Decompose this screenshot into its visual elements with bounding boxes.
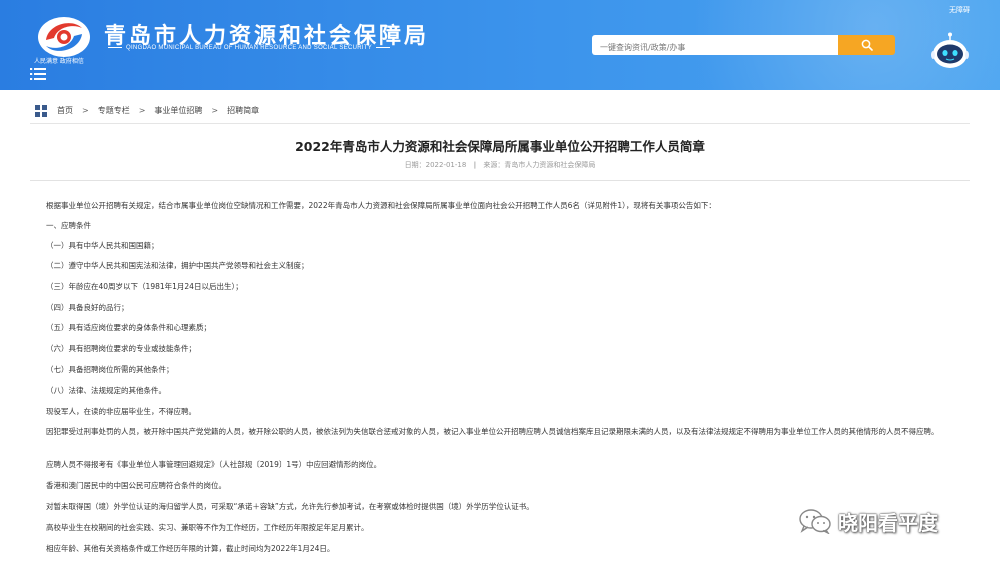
paragraph-condition: （七）具备招聘岗位所需的其他条件； — [46, 365, 174, 374]
article-source: 来源：青岛市人力资源和社会保障局 — [483, 161, 596, 169]
watermark: 晓阳看平度 — [798, 506, 938, 536]
paragraph-note: 香港和澳门居民中的中国公民可应聘符合条件的岗位。 — [46, 481, 226, 490]
breadcrumb-separator: > — [82, 106, 89, 115]
paragraph-condition: （一）具有中华人民共和国国籍； — [46, 241, 159, 250]
paragraph-condition: （四）具备良好的品行； — [46, 303, 129, 312]
grid-home-icon — [35, 104, 47, 117]
article-title: 2022年青岛市人力资源和社会保障局所属事业单位公开招聘工作人员简章 — [295, 139, 705, 154]
paragraph-note: 相应年龄、其他有关资格条件或工作经历年限的计算，截止时间均为2022年1月24日… — [46, 544, 335, 553]
meta-divider: | — [473, 161, 477, 169]
section-heading: 一、应聘条件 — [46, 221, 91, 230]
menu-icon[interactable] — [30, 67, 46, 81]
search-box — [592, 35, 838, 58]
breadcrumb-separator: > — [211, 106, 219, 115]
paragraph-intro: 根据事业单位公开招聘有关规定，结合市属事业单位岗位空缺情况和工作需要，2022年… — [46, 201, 716, 210]
title-divider — [30, 180, 970, 181]
search-icon — [861, 39, 873, 51]
paragraph-note: 现役军人，在读的非应届毕业生，不得应聘。 — [46, 407, 196, 416]
paragraph-condition: （八）法律、法规规定的其他条件。 — [46, 386, 166, 395]
paragraph-note: 应聘人员不得报考有《事业单位人事管理回避规定》（人社部规〔2019〕1号）中应回… — [46, 460, 382, 469]
search-button[interactable] — [838, 35, 895, 55]
paragraph-condition: （三）年龄应在40周岁以下（1981年1月24日以后出生）； — [46, 282, 243, 291]
breadcrumb-recruitment-brochure[interactable]: 招聘简章 — [227, 105, 259, 116]
logo-slogan: 人民满意 政府相信 — [34, 58, 84, 65]
article-body: 根据事业单位公开招聘有关规定，结合市属事业单位岗位空缺情况和工作需要，2022年… — [46, 200, 976, 557]
search-input[interactable] — [592, 37, 838, 58]
site-subtitle: QINGDAO MUNICIPAL BUREAU OF HUMAN RESOUR… — [104, 45, 394, 51]
paragraph-condition: （六）具有招聘岗位要求的专业或技能条件； — [46, 344, 196, 353]
watermark-text: 晓阳看平度 — [838, 510, 938, 535]
breadcrumb-institution-recruitment[interactable]: 事业单位招聘 — [154, 105, 202, 116]
accessibility-link[interactable]: 无障碍 — [949, 5, 970, 15]
site-header: 人民满意 政府相信 青岛市人力资源和社会保障局 QINGDAO MUNICIPA… — [0, 0, 1000, 90]
assistant-robot-icon[interactable] — [930, 32, 970, 72]
breadcrumb: 首页 > 专题专栏 > 事业单位招聘 > 招聘简章 — [30, 98, 970, 124]
wechat-icon — [799, 509, 831, 534]
paragraph-exclusions: 因犯罪受过刑事处罚的人员，被开除中国共产党党籍的人员，被开除公职的人员，被依法列… — [46, 427, 939, 436]
article-date: 日期：2022-01-18 — [404, 161, 467, 169]
bureau-logo[interactable] — [34, 12, 94, 62]
breadcrumb-home[interactable]: 首页 — [57, 105, 73, 116]
breadcrumb-separator: > — [138, 106, 146, 115]
article-meta: 日期：2022-01-18 | 来源：青岛市人力资源和社会保障局 — [0, 160, 1000, 170]
paragraph-condition: （五）具有适应岗位要求的身体条件和心理素质； — [46, 323, 211, 332]
paragraph-condition: （二）遵守中华人民共和国宪法和法律，拥护中国共产党领导和社会主义制度； — [46, 261, 309, 270]
breadcrumb-special-topics[interactable]: 专题专栏 — [98, 105, 130, 116]
